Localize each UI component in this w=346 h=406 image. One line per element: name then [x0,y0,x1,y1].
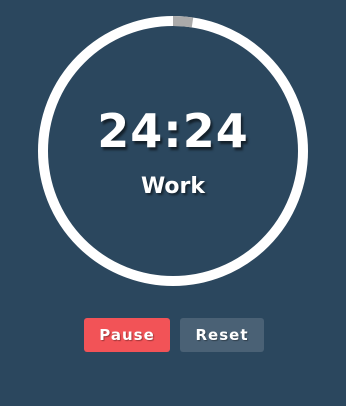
mode-label: Work [140,174,206,199]
timer-dial: 24:24 Work [38,16,308,286]
pause-button[interactable]: Pause [84,318,170,352]
reset-button[interactable]: Reset [180,318,264,352]
time-display: 24:24 [97,104,249,158]
